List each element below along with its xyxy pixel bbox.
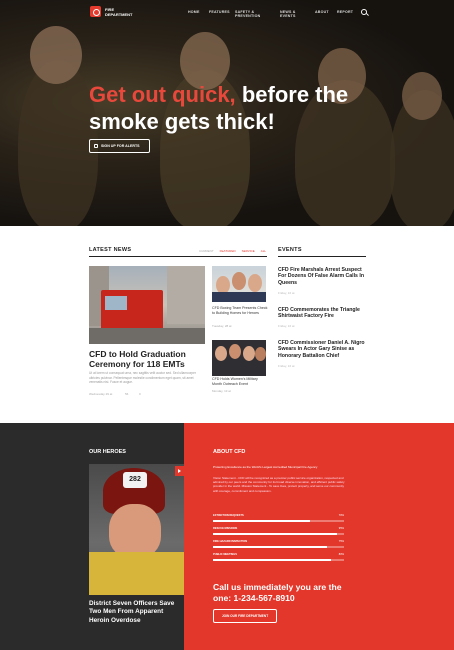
stat-fill bbox=[213, 559, 331, 561]
heroes-title: OUR HEROES bbox=[89, 449, 126, 455]
stat-fill bbox=[213, 520, 310, 522]
main-news-title[interactable]: CFD to Hold Graduation Ceremony for 118 … bbox=[89, 349, 205, 369]
nav-item-features[interactable]: FEATURES bbox=[209, 10, 230, 14]
stat-bar-1 bbox=[213, 520, 344, 522]
helmet-number: 282 bbox=[123, 472, 147, 488]
stat-value-2: 95% bbox=[338, 527, 344, 530]
stat-label-1: EXTINCTION REQUESTS bbox=[213, 514, 244, 517]
stat-value-1: 70% bbox=[338, 514, 344, 517]
stat-bar-2 bbox=[213, 533, 344, 535]
side-news-title-1[interactable]: CFD Boxing Team Presents Check to Buildi… bbox=[212, 306, 268, 316]
hero-face bbox=[109, 504, 161, 558]
event-title-2[interactable]: CFD Commemorates the Triangle Shirtwaist… bbox=[278, 307, 366, 320]
main-news-excerpt: Ut at lorem ut consequat urna, nec sagit… bbox=[89, 371, 197, 384]
building bbox=[167, 266, 205, 324]
hero-caption[interactable]: District Seven Officers Save Two Men Fro… bbox=[89, 600, 184, 625]
events-divider bbox=[278, 256, 366, 257]
turnout-coat bbox=[89, 552, 184, 595]
event-date-1: Friday, 16 at bbox=[278, 291, 295, 295]
next-arrow-icon[interactable] bbox=[175, 466, 184, 476]
call-to-action: Call us immediately you are the one: 1-2… bbox=[213, 582, 342, 603]
events-title: EVENTS bbox=[278, 247, 302, 253]
event-date-2: Friday, 16 at bbox=[278, 324, 295, 328]
headline-accent: Get out quick, bbox=[89, 82, 236, 107]
nav-item-home[interactable]: HOME bbox=[188, 10, 200, 14]
news-divider bbox=[89, 256, 267, 257]
main-news-image[interactable] bbox=[89, 266, 205, 344]
hero-section: FIRE DEPARTMENT HOME FEATURES SAFETY & P… bbox=[0, 0, 454, 226]
latest-news-title: LATEST NEWS bbox=[89, 247, 132, 253]
uniforms bbox=[212, 292, 266, 302]
stat-value-4: 80% bbox=[338, 553, 344, 556]
hero-portrait[interactable]: 282 bbox=[89, 464, 184, 595]
bell-icon bbox=[94, 144, 98, 148]
about-text: Vision Statement - CFD will be recognize… bbox=[213, 476, 345, 493]
stat-fill bbox=[213, 533, 338, 535]
about-title: ABOUT CFD bbox=[213, 449, 246, 455]
sign-up-alerts-button[interactable]: SIGN UP FOR ALERTS bbox=[89, 139, 150, 153]
person-face bbox=[255, 347, 266, 361]
stat-label-3: FIRE HAZARD INSPECTION bbox=[213, 540, 248, 543]
top-navigation: FIRE DEPARTMENT HOME FEATURES SAFETY & P… bbox=[0, 0, 454, 26]
comments-count: 0 bbox=[139, 392, 141, 396]
person-face bbox=[232, 272, 246, 290]
nav-item-about[interactable]: ABOUT bbox=[315, 10, 329, 14]
event-date-3: Friday, 16 at bbox=[278, 364, 295, 368]
person-face bbox=[248, 274, 262, 292]
tab-featured[interactable]: FEATURED bbox=[220, 249, 236, 253]
stat-fill bbox=[213, 546, 327, 548]
logo[interactable]: FIRE DEPARTMENT bbox=[90, 6, 135, 17]
news-thumb-outreach[interactable] bbox=[212, 340, 266, 376]
fire-badge-icon bbox=[90, 6, 101, 17]
tab-all[interactable]: ALL bbox=[261, 249, 266, 253]
news-tabs: CURRENT FEATURED SERVICE ALL bbox=[199, 249, 272, 253]
side-news-date-1: Tuesday, 28 at bbox=[212, 324, 232, 328]
nav-item-news-events[interactable]: NEWS & EVENTS bbox=[280, 10, 310, 18]
person-face bbox=[229, 344, 241, 359]
about-lead: Protecting Excellence as the World's Lar… bbox=[213, 465, 318, 469]
truck-window bbox=[105, 296, 127, 310]
side-news-title-2[interactable]: CFD Holds Women's Military Month Outreac… bbox=[212, 377, 268, 387]
street bbox=[89, 328, 205, 344]
tab-current[interactable]: CURRENT bbox=[199, 249, 214, 253]
news-thumb-boxing[interactable] bbox=[212, 266, 266, 302]
person-face bbox=[215, 346, 227, 361]
stat-label-4: PUBLIC MEETINGS bbox=[213, 553, 237, 556]
event-title-3[interactable]: CFD Commissioner Daniel A. Nigro Swears … bbox=[278, 340, 366, 359]
tab-service[interactable]: SERVICE bbox=[242, 249, 255, 253]
stat-bar-3 bbox=[213, 546, 344, 548]
person-face bbox=[243, 346, 255, 361]
stat-label-2: RESCUE MISSIONS bbox=[213, 527, 238, 530]
main-news-date: Wednesday 29 at bbox=[89, 392, 113, 396]
side-news-date-2: Monday, 13 at bbox=[212, 389, 231, 393]
stat-value-3: 75% bbox=[338, 540, 344, 543]
hero-headline: Get out quick, before the smoke gets thi… bbox=[89, 81, 349, 135]
logo-text: FIRE DEPARTMENT bbox=[105, 6, 133, 17]
nav-item-report[interactable]: REPORT bbox=[337, 10, 353, 14]
join-button[interactable]: JOIN OUR FIRE DEPARTMENT bbox=[213, 609, 277, 623]
stat-bar-4 bbox=[213, 559, 344, 561]
sign-up-alerts-label: SIGN UP FOR ALERTS bbox=[101, 144, 140, 148]
nav-item-safety[interactable]: SAFETY & PREVENTION bbox=[235, 10, 275, 18]
search-icon[interactable] bbox=[361, 9, 367, 15]
views-count: 56 bbox=[125, 392, 129, 396]
event-title-1[interactable]: CFD Fire Marshals Arrest Suspect For Doz… bbox=[278, 267, 366, 286]
